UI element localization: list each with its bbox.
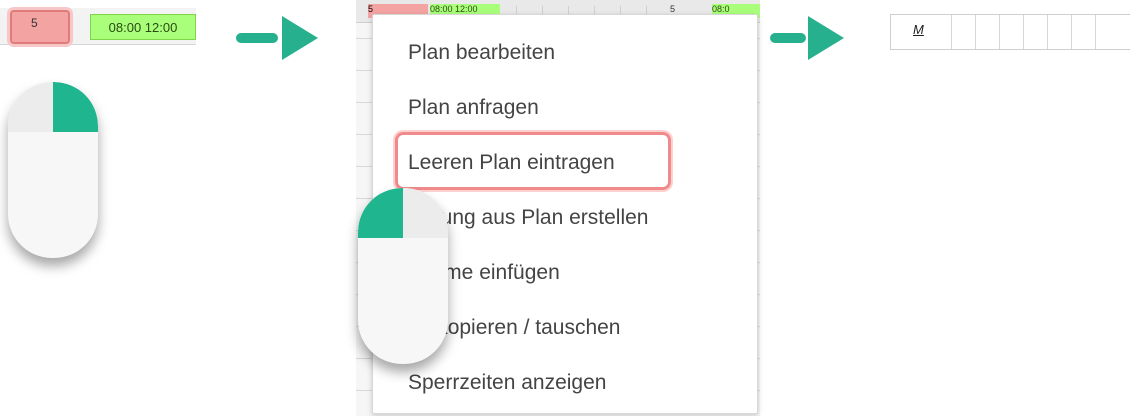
arrow-right-icon [236,33,278,43]
mouse-left-button-icon [8,82,53,132]
result-grid-row [890,14,1130,50]
plan-cell-value: 5 [31,16,38,30]
plan-cell-selected[interactable] [10,10,70,44]
menu-item-sperrzeiten-anzeigen[interactable]: Sperrzeiten anzeigen [408,371,606,395]
arrow-right-icon [770,33,806,43]
mouse-right-button-icon [53,82,98,132]
menu-item-plan-anfragen[interactable]: Plan anfragen [408,96,539,120]
mouse-right-click-icon [8,82,98,258]
highlight-box [395,132,671,190]
menu-item-plan-bearbeiten[interactable]: Plan bearbeiten [408,41,555,65]
arrow-head-icon [282,16,318,60]
time-range-cell[interactable]: 08:00 12:00 [90,14,196,40]
empty-plan-label[interactable]: M [913,22,924,37]
arrow-head-icon [808,16,844,60]
mouse-left-click-icon [358,188,448,364]
